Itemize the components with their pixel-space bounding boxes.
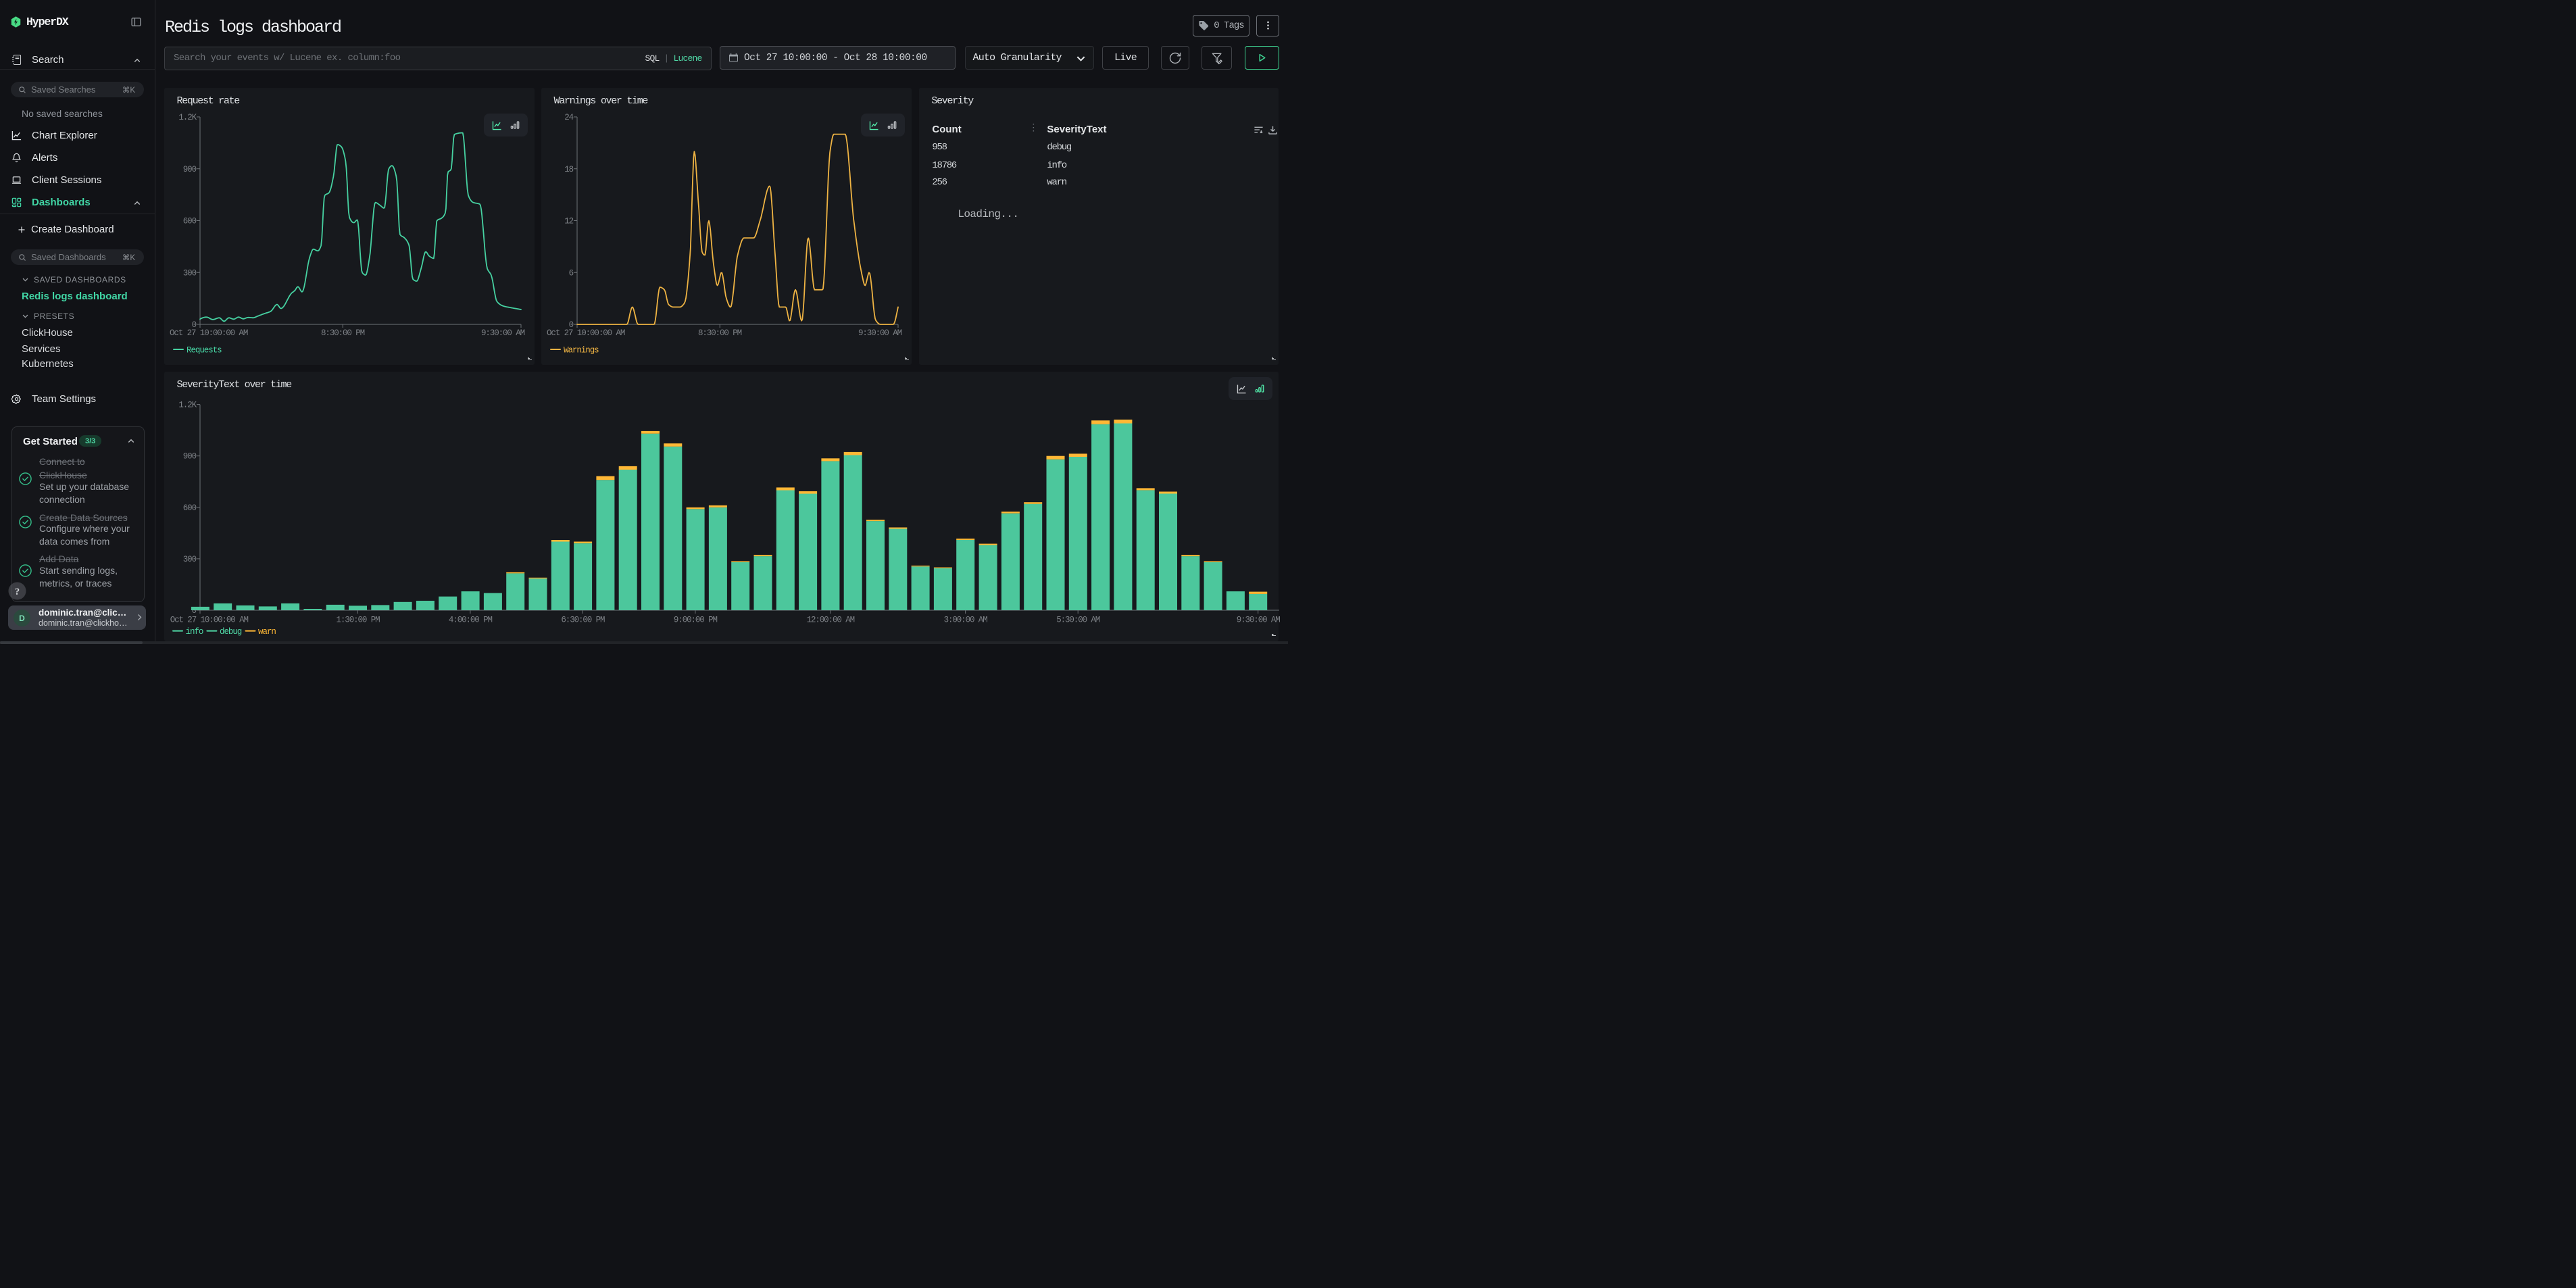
svg-text:8:30:00 PM: 8:30:00 PM [698,328,742,338]
svg-text:3:00:00 AM: 3:00:00 AM [944,616,988,625]
svg-text:5:30:00 AM: 5:30:00 AM [1056,616,1100,625]
svg-text:Warnings: Warnings [564,346,599,355]
svg-text:9:30:00 AM: 9:30:00 AM [1237,616,1281,625]
svg-text:warn: warn [258,627,276,637]
svg-text:Oct 27 10:00:00 AM: Oct 27 10:00:00 AM [170,616,249,625]
svg-text:300: 300 [183,268,197,278]
svg-text:Oct 27 10:00:00 AM: Oct 27 10:00:00 AM [170,328,248,338]
svg-text:?: ? [15,587,20,597]
svg-text:600: 600 [183,217,197,226]
svg-text:900: 900 [183,165,197,174]
svg-text:300: 300 [183,555,197,564]
svg-text:Requests: Requests [187,346,222,355]
svg-text:Oct 27 10:00:00 AM: Oct 27 10:00:00 AM [547,328,625,338]
svg-text:9:30:00 AM: 9:30:00 AM [481,328,525,338]
svg-text:1.2K: 1.2K [178,113,197,122]
svg-text:6: 6 [569,268,574,278]
svg-text:9:30:00 AM: 9:30:00 AM [858,328,902,338]
svg-text:9:00:00 PM: 9:00:00 PM [674,616,718,625]
svg-text:1:30:00 PM: 1:30:00 PM [336,616,380,625]
svg-text:12:00:00 AM: 12:00:00 AM [807,616,855,625]
svg-text:600: 600 [183,503,197,513]
svg-text:12: 12 [564,217,573,226]
svg-text:900: 900 [183,452,197,462]
svg-text:info: info [186,627,203,637]
svg-text:1.2K: 1.2K [178,401,197,410]
svg-text:24: 24 [564,113,573,122]
svg-text:6:30:00 PM: 6:30:00 PM [561,616,605,625]
svg-text:18: 18 [564,165,573,174]
svg-text:4:00:00 PM: 4:00:00 PM [449,616,493,625]
svg-text:8:30:00 PM: 8:30:00 PM [321,328,365,338]
svg-text:debug: debug [220,627,242,637]
